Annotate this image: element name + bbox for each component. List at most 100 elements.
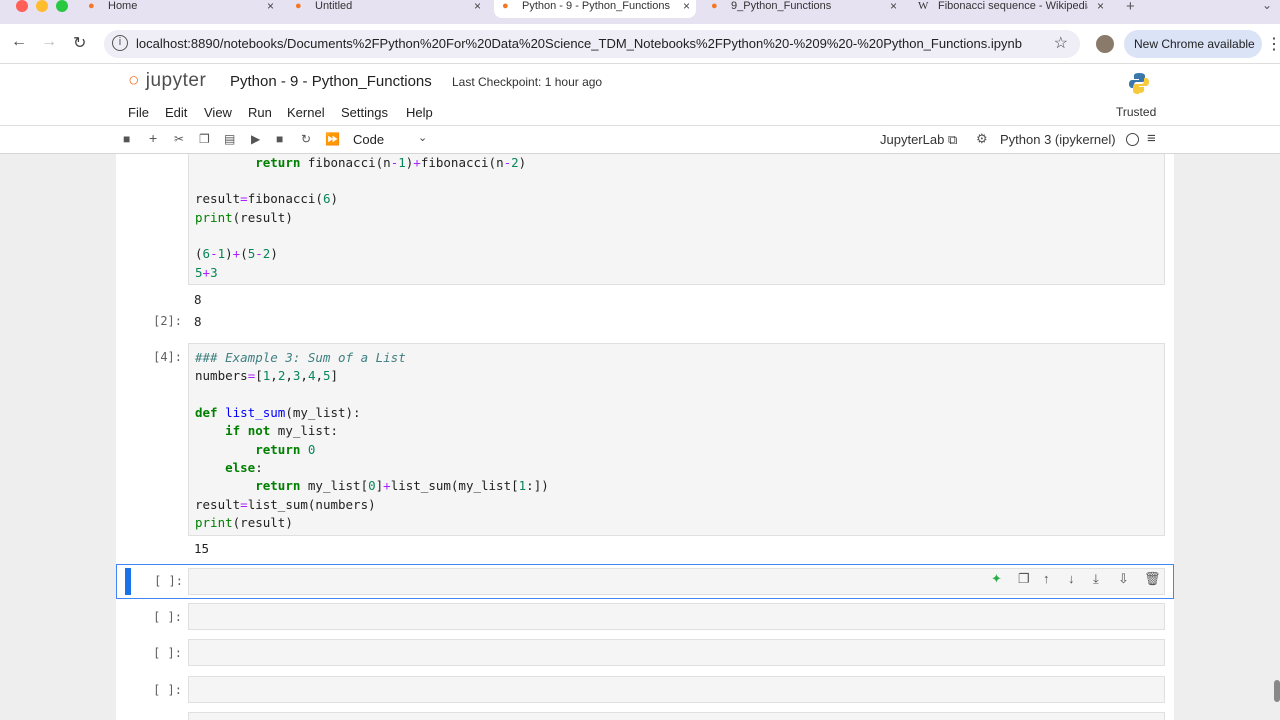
close-tab-icon[interactable]: × [683,0,690,12]
code-line: numbers=[1,2,3,4,5] [195,368,339,383]
restart-icon[interactable]: ↻ [301,132,311,146]
code-line: (6-1)+(5-2) [195,246,278,261]
browser-tab-wikipedia[interactable]: W Fibonacci sequence - Wikipedia × [910,0,1110,18]
code-line: return fibonacci(n-1)+fibonacci(n-2) [255,155,527,170]
code-editor[interactable] [188,603,1165,630]
back-arrow-icon[interactable]: ← [11,33,27,51]
tab-title: Python - 9 - Python_Functions [522,0,670,12]
menu-file[interactable]: File [128,105,149,120]
close-tab-icon[interactable]: × [1097,0,1104,12]
code-line: print(result) [195,210,293,225]
profile-avatar[interactable] [1096,35,1114,53]
close-window-button[interactable] [16,0,28,12]
cell-output: 8 [194,292,202,307]
tab-title: Untitled [315,0,353,12]
cell-prompt: [ ]: [153,610,182,624]
cell-prompt: [4]: [153,350,182,364]
jupyterlab-label: JupyterLab [880,132,945,147]
chrome-update-button[interactable]: New Chrome available [1124,30,1262,58]
address-bar[interactable]: i localhost:8890/notebooks/Documents%2FP… [104,30,1080,58]
duplicate-cell-icon[interactable]: ❐ [1018,571,1030,587]
wikipedia-tab-icon: W [918,0,929,12]
close-tab-icon[interactable]: × [474,0,481,12]
menu-settings[interactable]: Settings [341,105,388,120]
browser-toolbar: ← → ↻ i localhost:8890/notebooks/Documen… [0,24,1280,64]
tab-search-chevron-icon[interactable]: ⌄ [1262,0,1272,12]
zoom-window-button[interactable] [56,0,68,12]
menu-kernel[interactable]: Kernel [287,105,325,120]
code-line: def list_sum(my_list): [195,405,361,420]
jupyter-header: ○ jupyter Python - 9 - Python_Functions … [0,64,1280,100]
site-info-icon[interactable]: i [112,35,128,51]
code-editor[interactable] [188,676,1165,703]
chrome-menu-icon[interactable]: ⋮ [1266,34,1280,54]
page-scrollbar[interactable] [1274,680,1280,702]
code-line: if not my_list: [225,423,339,438]
checkpoint-status: Last Checkpoint: 1 hour ago [452,75,603,89]
menu-view[interactable]: View [204,105,232,120]
sparkle-icon[interactable]: ✦ [991,571,1002,587]
cell-output: 15 [194,541,210,556]
menu-edit[interactable]: Edit [165,105,187,120]
paste-icon[interactable]: ▤ [224,132,235,146]
code-line: else: [225,460,263,475]
move-up-icon[interactable]: ↑ [1043,571,1050,586]
code-editor[interactable] [188,712,1165,720]
code-line: return my_list[0]+list_sum(my_list[1:]) [255,478,549,493]
browser-tab-python-functions[interactable]: ● Python - 9 - Python_Functions × [494,0,696,18]
jupyter-menu-bar: File Edit View Run Kernel Settings Help … [0,100,1280,126]
url-text[interactable]: localhost:8890/notebooks/Documents%2FPyt… [136,36,1022,51]
code-line: print(result) [195,515,293,530]
stop-icon[interactable]: ■ [276,132,283,146]
hamburger-menu-icon[interactable]: ≡ [1147,130,1156,147]
external-link-icon: ⧉ [947,132,958,147]
browser-tab-home[interactable]: ● Home × [80,0,280,18]
code-line: result=fibonacci(6) [195,191,339,206]
menu-help[interactable]: Help [406,105,433,120]
run-icon[interactable]: ▶ [251,132,260,146]
open-jupyterlab-link[interactable]: JupyterLab ⧉ [880,132,957,148]
browser-tab-untitled[interactable]: ● Untitled × [287,0,487,18]
notebook-toolbar: ■ + ✂ ❐ ▤ ▶ ■ ↻ ⏩ Code ⌄ JupyterLab ⧉ ⚙ … [0,126,1280,154]
chevron-down-icon[interactable]: ⌄ [418,131,427,144]
menu-run[interactable]: Run [248,105,272,120]
bookmark-star-icon[interactable]: ☆ [1054,33,1068,53]
notebook-title[interactable]: Python - 9 - Python_Functions [230,73,432,90]
trusted-indicator[interactable]: Trusted [1116,105,1156,119]
jupyter-logo[interactable]: ○ jupyter [128,70,206,92]
code-editor[interactable]: ### Example 3: Sum of a List numbers=[1,… [188,343,1165,536]
cut-icon[interactable]: ✂ [174,132,184,146]
copy-icon[interactable]: ❐ [199,132,210,146]
delete-cell-icon[interactable]: 🗑 [1144,571,1161,587]
python-logo-icon [1129,73,1149,94]
code-line: result=list_sum(numbers) [195,497,376,512]
restart-run-all-icon[interactable]: ⏩ [325,132,340,146]
tab-title: 9_Python_Functions [731,0,832,12]
tab-title: Fibonacci sequence - Wikipedia [938,0,1088,12]
code-line: 5+3 [195,265,218,280]
kernel-name[interactable]: Python 3 (ipykernel) [1000,132,1116,147]
new-tab-icon[interactable]: + [1126,0,1135,15]
close-tab-icon[interactable]: × [890,0,897,12]
move-down-icon[interactable]: ↓ [1068,571,1075,586]
save-icon[interactable]: ■ [123,132,130,146]
code-line: ### Example 3: Sum of a List [195,350,406,365]
browser-tab-9-python-functions[interactable]: ● 9_Python_Functions × [703,0,903,18]
cell-type-select[interactable]: Code [353,132,384,147]
jupyter-tab-icon: ● [502,0,509,12]
forward-arrow-icon[interactable]: → [41,33,57,51]
insert-cell-icon[interactable]: + [149,130,157,146]
insert-above-icon[interactable]: ⤓ [1093,571,1099,587]
reload-icon[interactable]: ↻ [73,33,86,53]
cell-prompt: [2]: [153,314,182,328]
cell-prompt: [ ]: [154,574,183,588]
active-code-cell[interactable]: [ ]: ✦ ❐ ↑ ↓ ⤓ ⇩ 🗑 [116,564,1174,599]
kernel-gear-icon[interactable]: ⚙ [976,131,988,147]
code-editor[interactable]: return fibonacci(n-1)+fibonacci(n-2) res… [188,154,1165,285]
close-tab-icon[interactable]: × [267,0,274,12]
insert-below-icon[interactable]: ⇩ [1118,571,1129,587]
notebook-panel: return fibonacci(n-1)+fibonacci(n-2) res… [116,154,1174,720]
code-editor[interactable] [188,639,1165,666]
minimize-window-button[interactable] [36,0,48,12]
cell-output: 8 [194,314,202,329]
